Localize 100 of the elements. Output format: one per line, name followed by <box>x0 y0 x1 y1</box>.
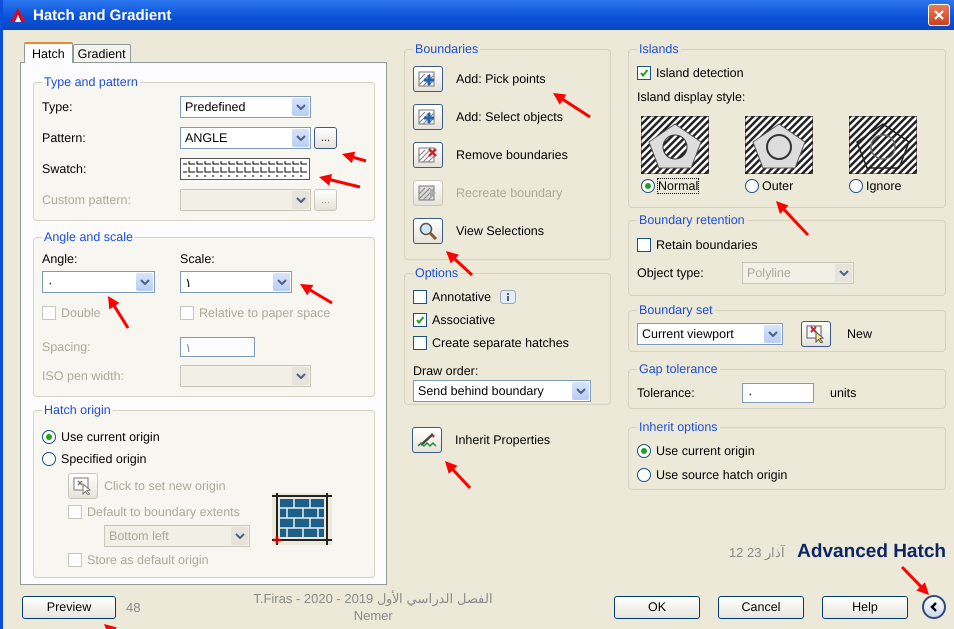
checkbox-label[interactable]: Retain boundaries <box>656 238 758 252</box>
field-label: Draw order: <box>413 364 480 378</box>
chevron-down-icon <box>234 533 244 539</box>
radio-button[interactable] <box>641 179 655 193</box>
field-label: Island display style: <box>637 90 746 104</box>
icon-button[interactable] <box>413 218 443 244</box>
group-title: Gap tolerance <box>638 362 719 376</box>
brick-origin-drawing <box>272 493 332 545</box>
chevron-down-icon <box>276 279 286 285</box>
group-title: Hatch origin <box>43 403 112 417</box>
icon-button[interactable] <box>413 104 443 130</box>
annotation-arrow <box>342 152 366 164</box>
tab[interactable]: Hatch <box>24 42 73 63</box>
window-title: Hatch and Gradient <box>33 6 172 24</box>
field-label: Swatch: <box>42 162 88 176</box>
checkbox-label[interactable]: Associative <box>432 313 496 327</box>
annotation-arrow <box>300 284 333 304</box>
icon-button[interactable] <box>801 321 831 347</box>
island-preview-drawing <box>641 116 709 174</box>
dropdown[interactable]: ٠ <box>42 271 155 293</box>
field-label: ISO pen width: <box>42 369 125 383</box>
group-title: Inherit options <box>638 420 719 434</box>
close-icon <box>933 9 945 21</box>
hatch-cross-icon <box>418 146 438 164</box>
page-number: 48 <box>126 600 140 614</box>
footer-credit: T.Firas - 2020 - 2019 الفصل الدراسي الأول <box>253 590 494 607</box>
cursor-icon <box>806 325 826 343</box>
annotation-arrow <box>776 201 810 236</box>
radio-button[interactable] <box>637 468 651 482</box>
radio-button[interactable] <box>745 179 759 193</box>
chevron-down-icon <box>576 388 586 394</box>
icon-button[interactable] <box>413 66 443 92</box>
checkbox[interactable] <box>637 238 651 252</box>
chevron-down-icon <box>140 279 150 285</box>
action-label: New <box>847 327 872 341</box>
chevron-down-icon <box>296 104 306 110</box>
field-label: Angle: <box>42 252 78 266</box>
field-label: Scale: <box>180 252 216 266</box>
brush-icon <box>417 431 437 449</box>
checkbox-label[interactable]: Create separate hatches <box>432 336 569 350</box>
magnifier-icon <box>418 222 438 240</box>
slide-date: 12 آذار 23 <box>728 545 786 560</box>
field-label: Pattern: <box>42 130 87 144</box>
icon-button[interactable] <box>413 142 443 168</box>
dropdown[interactable]: Current viewport <box>637 323 783 345</box>
chevron-left-icon <box>929 602 939 612</box>
action-label: View Selections <box>456 224 544 238</box>
dialog-button[interactable]: OK <box>614 596 700 618</box>
annotation-arrow <box>445 461 472 490</box>
radio-button[interactable] <box>849 179 863 193</box>
checkbox-label[interactable]: Island detection <box>656 66 744 80</box>
field-label: Spacing: <box>42 340 92 354</box>
chevron-down-icon <box>296 134 306 140</box>
radio-label[interactable]: Use current origin <box>61 430 160 444</box>
cursor-icon <box>73 477 93 495</box>
action-label: Inherit Properties <box>455 433 550 447</box>
group-title: Angle and scale <box>43 230 134 244</box>
icon-button[interactable] <box>412 427 442 453</box>
action-label: Add: Pick points <box>456 72 546 86</box>
island-preview-drawing <box>745 116 813 174</box>
checkbox-label[interactable]: Annotative <box>432 290 492 304</box>
radio-button[interactable] <box>42 452 56 466</box>
checkbox[interactable] <box>413 336 427 350</box>
units-label: units <box>830 386 856 400</box>
group-title: Boundary set <box>638 303 714 317</box>
chevron-down-icon <box>296 196 306 202</box>
field-label: Type: <box>42 100 74 114</box>
preview-button[interactable]: Preview <box>22 596 116 618</box>
browse-button[interactable]: ... <box>314 126 337 148</box>
dialog-button[interactable]: Cancel <box>718 596 804 618</box>
collapse-button[interactable] <box>922 595 946 619</box>
dropdown[interactable]: Send behind boundary <box>413 380 591 402</box>
dropdown[interactable]: Predefined <box>180 96 311 118</box>
close-button[interactable] <box>928 4 950 26</box>
hatch-arrow-icon <box>418 184 438 202</box>
checkbox[interactable] <box>413 290 427 304</box>
tab[interactable]: Gradient <box>72 44 131 62</box>
dropdown[interactable]: ١ <box>180 271 292 293</box>
group-title: Options <box>414 266 460 280</box>
checkbox[interactable] <box>637 66 651 80</box>
radio-label[interactable]: Specified origin <box>61 452 146 466</box>
checkbox[interactable] <box>413 313 427 327</box>
radio-label[interactable]: Use source hatch origin <box>656 468 788 482</box>
action-label: Remove boundaries <box>456 148 568 162</box>
action-label: Add: Select objects <box>456 110 564 124</box>
radio-button[interactable] <box>637 444 651 458</box>
radio-label[interactable]: Outer <box>762 179 794 193</box>
action-label: Click to set new origin <box>104 479 226 493</box>
group-title: Boundary retention <box>638 213 746 227</box>
radio-label[interactable]: Normal <box>658 179 698 193</box>
chevron-down-icon <box>838 270 848 276</box>
tolerance-field[interactable]: ٠ <box>742 383 814 403</box>
annotation-arrow <box>319 174 360 188</box>
radio-button[interactable] <box>42 430 56 444</box>
radio-label[interactable]: Ignore <box>866 179 902 193</box>
dropdown[interactable]: ANGLE <box>180 126 311 148</box>
field-label: Object type: <box>637 266 705 280</box>
radio-label[interactable]: Use current origin <box>656 444 755 458</box>
action-label: Recreate boundary <box>456 186 562 200</box>
dialog-button[interactable]: Help <box>822 596 908 618</box>
